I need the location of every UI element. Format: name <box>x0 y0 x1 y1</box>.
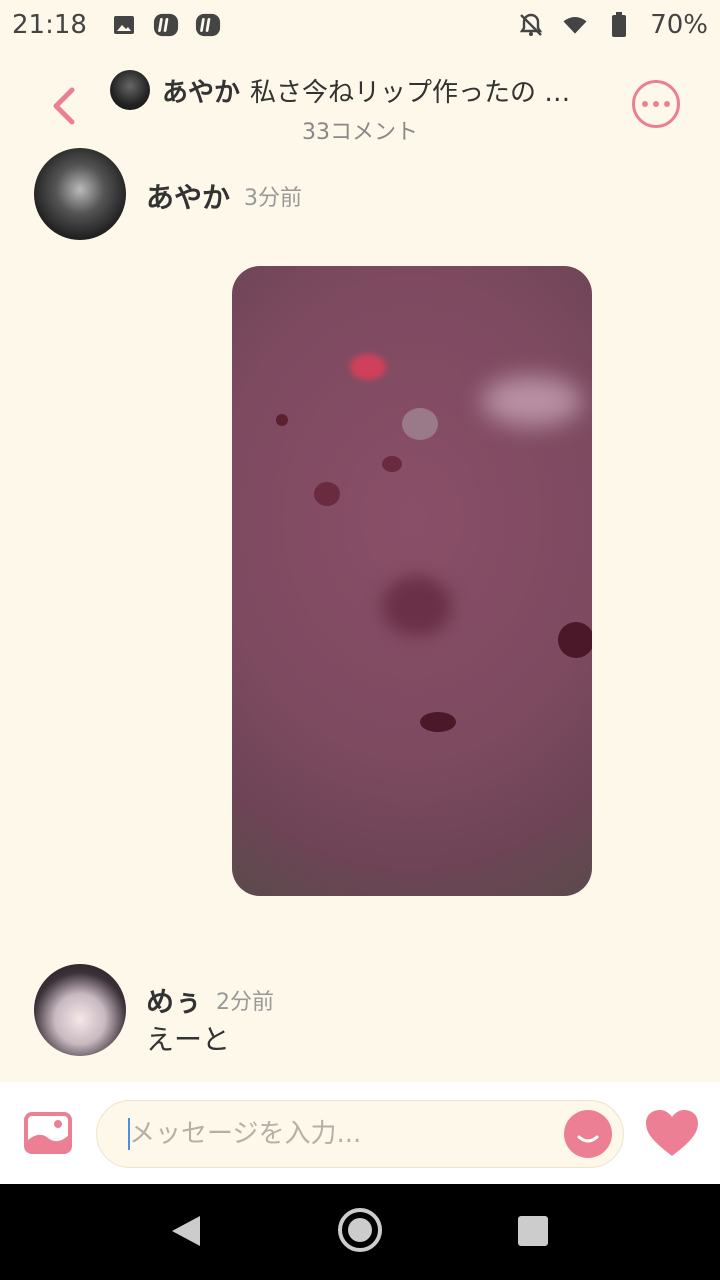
photo-detail <box>402 408 438 440</box>
smile-icon <box>577 1135 599 1143</box>
status-left-icons <box>111 12 221 38</box>
attach-image-button[interactable] <box>24 1112 72 1154</box>
status-time: 21:18 <box>12 10 87 40</box>
app-notification-icon <box>195 12 221 38</box>
message-author[interactable]: めぅ <box>146 980 202 1020</box>
message-input[interactable] <box>96 1100 624 1168</box>
thread-author-name: あやか <box>162 78 241 108</box>
thread-title-text: 私さ今ねリップ作ったの … <box>250 78 571 108</box>
battery-percent: 70% <box>650 10 708 40</box>
emoji-button[interactable] <box>564 1110 612 1158</box>
image-icon <box>111 12 137 38</box>
message-time: 2分前 <box>216 990 274 1015</box>
nav-back-button[interactable] <box>170 1214 202 1252</box>
more-dot-icon <box>653 101 659 107</box>
more-options-button[interactable] <box>632 80 680 128</box>
image-icon <box>24 1112 72 1154</box>
comment-count: 33コメント <box>302 120 418 145</box>
status-bar: 21:18 70% <box>0 0 720 50</box>
header-avatar[interactable] <box>110 70 150 110</box>
nav-recents-button[interactable] <box>518 1216 548 1246</box>
app-notification-icon <box>153 12 179 38</box>
thread-title: あやか 私さ今ねリップ作ったの … <box>162 72 602 109</box>
photo-detail <box>276 414 288 426</box>
bell-off-icon <box>518 12 544 38</box>
message-author[interactable]: あやか <box>146 176 230 216</box>
more-dot-icon <box>664 101 670 107</box>
photo-detail <box>350 354 386 380</box>
message-item: めぅ 2分前 えーと <box>0 964 720 1064</box>
status-right: 70% <box>518 10 708 40</box>
message-input-bar <box>0 1082 720 1184</box>
message-time: 3分前 <box>244 186 302 211</box>
message-text: えーと <box>146 1023 231 1056</box>
battery-icon <box>606 12 632 38</box>
like-button[interactable] <box>644 1108 700 1158</box>
avatar[interactable] <box>34 148 126 240</box>
system-nav-bar <box>0 1184 720 1280</box>
message-item: あやか 3分前 <box>0 148 720 248</box>
photo-detail <box>382 576 452 636</box>
heart-icon <box>646 1110 698 1156</box>
photo-detail <box>314 482 340 506</box>
wifi-icon <box>562 12 588 38</box>
photo-detail <box>558 622 592 658</box>
photo-detail <box>482 376 582 426</box>
triangle-back-icon <box>172 1216 200 1246</box>
photo-detail <box>420 712 456 732</box>
message-photo[interactable] <box>232 266 592 896</box>
text-caret <box>128 1118 130 1150</box>
nav-home-button[interactable] <box>338 1208 382 1252</box>
avatar[interactable] <box>34 964 126 1056</box>
thread-header: あやか 私さ今ねリップ作ったの … 33コメント <box>0 58 720 154</box>
more-dot-icon <box>642 101 648 107</box>
photo-detail <box>382 456 402 472</box>
